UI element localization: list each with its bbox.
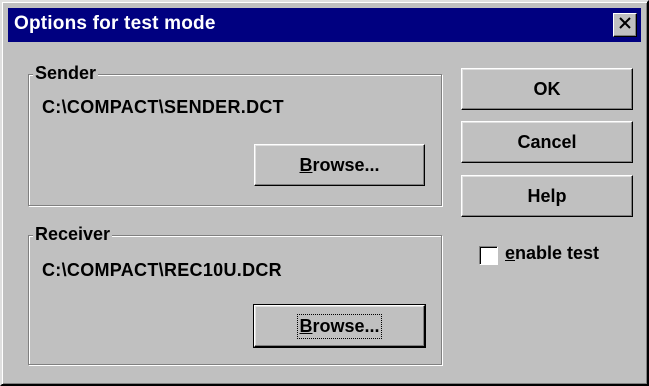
help-button[interactable]: Help	[461, 175, 633, 217]
receiver-browse-button[interactable]: Browse...	[253, 304, 426, 348]
close-icon	[619, 16, 631, 34]
sender-path: C:\COMPACT\SENDER.DCT	[42, 97, 284, 117]
enable-test-label[interactable]: enable test	[505, 243, 599, 264]
receiver-browse-label: Browse...	[297, 313, 382, 339]
receiver-path: C:\COMPACT\REC10U.DCR	[42, 260, 282, 280]
close-button[interactable]	[613, 13, 637, 37]
sender-group-label: Sender	[33, 63, 99, 83]
enable-test-checkbox[interactable]	[479, 246, 498, 265]
title-bar[interactable]: Options for test mode	[8, 8, 641, 42]
receiver-group-label: Receiver	[33, 224, 113, 244]
sender-browse-label: Browse...	[299, 154, 380, 175]
ok-button[interactable]: OK	[461, 68, 633, 110]
window-title: Options for test mode	[14, 13, 216, 34]
help-label: Help	[527, 185, 567, 206]
receiver-groupbox: Receiver C:\COMPACT\REC10U.DCR Browse...	[28, 224, 442, 365]
cancel-label: Cancel	[517, 131, 577, 152]
sender-browse-button[interactable]: Browse...	[254, 144, 425, 186]
sender-groupbox: Sender C:\COMPACT\SENDER.DCT Browse...	[28, 63, 442, 206]
options-dialog: Options for test mode Sender C:\COMPACT\…	[0, 0, 649, 386]
ok-label: OK	[533, 78, 561, 99]
cancel-button[interactable]: Cancel	[461, 121, 633, 163]
